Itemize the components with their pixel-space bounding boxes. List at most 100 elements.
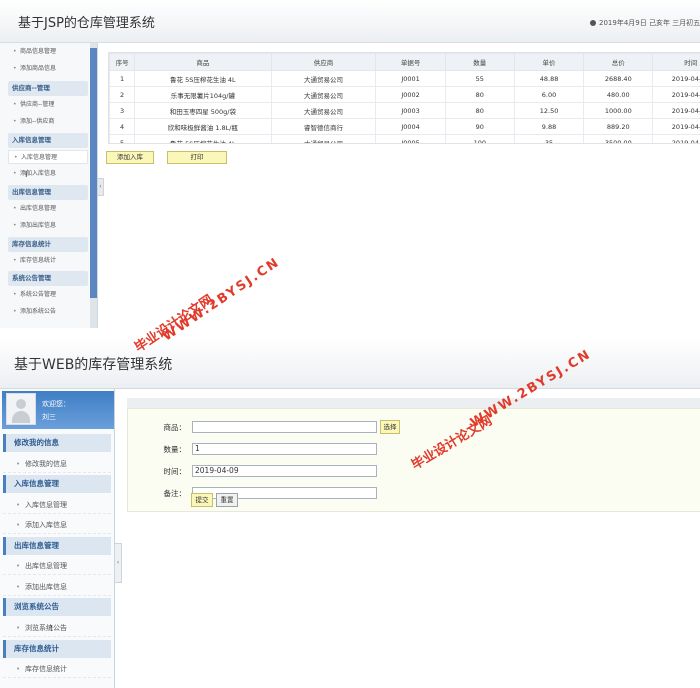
sidebar-item-stock-out-manage[interactable]: 出库信息管理 (3, 557, 111, 575)
sidebar-group-inventory[interactable]: 库存信息统计 (8, 237, 88, 252)
sidebar-group-stock-in[interactable]: 入库信息管理 (8, 133, 88, 148)
sidebar-item-supplier-manage[interactable]: 供应商--管理 (8, 98, 88, 112)
welcome-text: 欢迎您： (42, 400, 70, 408)
table-cell: 80 (444, 86, 515, 103)
column-header: 总价 (583, 53, 654, 71)
table-cell: 鲁花 5S压榨花生油 4L (134, 70, 272, 87)
table-cell: 55 (444, 70, 515, 87)
sidebar-group-stock-out[interactable]: 出库信息管理 (3, 537, 111, 555)
sidebar-item-add-stock-in[interactable]: 添加入库信息 (3, 516, 111, 534)
product-input[interactable] (192, 421, 377, 433)
table-cell: 鲁花 5S压榨花生油 4L (134, 134, 272, 143)
sidebar-group-supplier[interactable]: 供应商--管理 (8, 81, 88, 96)
sidebar-item-add-product[interactable]: 添加商品信息 (8, 62, 88, 76)
table-cell: 2019-04-06 (652, 118, 700, 135)
table-cell: 1 (109, 70, 136, 87)
choose-button[interactable]: 选择 (380, 420, 400, 434)
stock-in-table-container: 序号 商品 供应商 单据号 数量 单价 总价 时间 1 鲁花 5S压榨花生油 4… (108, 52, 700, 144)
username: 刘三 (42, 413, 56, 421)
table-cell: 2688.40 (583, 70, 654, 87)
column-header: 单据号 (375, 53, 446, 71)
table-cell: 48.88 (513, 70, 585, 87)
time-input[interactable]: 2019-04-09 (192, 465, 377, 477)
table-cell: 480.00 (583, 86, 654, 103)
table-cell: 2019-04-06 (652, 102, 700, 119)
table-cell: J0003 (375, 102, 446, 119)
clock-icon (590, 20, 596, 26)
column-header: 时间 (652, 53, 700, 71)
mouse-cursor-icon: I (50, 624, 53, 633)
table-cell: 2 (109, 86, 136, 103)
quantity-input[interactable]: 1 (192, 443, 377, 455)
table-row[interactable]: 5 鲁花 5S压榨花生油 4L 大通贸易公司 J0005 100 35 3500… (109, 134, 700, 143)
print-button[interactable]: 打印 (167, 151, 227, 164)
sidebar-group-notice[interactable]: 系统公告管理 (8, 271, 88, 286)
sidebar-item-add-stock-in[interactable]: 添加入库信息 (8, 167, 88, 181)
column-header: 序号 (109, 53, 136, 71)
table-cell: J0001 (375, 70, 446, 87)
sidebar-item-add-stock-out[interactable]: 添加出库信息 (3, 578, 111, 596)
sidebar-item-notice-manage[interactable]: 系统公告管理 (8, 288, 88, 302)
table-cell: 2019-04-06 (652, 70, 700, 87)
table-cell: J0004 (375, 118, 446, 135)
top-app-title: 基于JSP的仓库管理系统 (18, 16, 155, 31)
sidebar-item-inventory-stats[interactable]: 库存信息统计 (3, 660, 111, 678)
table-header-row: 序号 商品 供应商 单据号 数量 单价 总价 时间 (109, 53, 700, 71)
sidebar-item-add-supplier[interactable]: 添加--供应商 (8, 115, 88, 129)
sidebar-item-stock-in-manage[interactable]: 入库信息管理 (8, 150, 88, 165)
table-cell: 889.20 (583, 118, 654, 135)
table-cell: 睿智德信商行 (270, 118, 377, 135)
table-cell: 80 (444, 102, 515, 119)
sidebar-group-inventory[interactable]: 库存信息统计 (3, 640, 111, 658)
bottom-screenshot: 基于WEB的库存管理系统 欢迎您： 刘三 修改我的信息 修改我的信息 入库信息管… (0, 338, 700, 688)
form-title-bar (127, 398, 700, 408)
bottom-app-title: 基于WEB的库存管理系统 (14, 357, 173, 373)
table-cell: 4 (109, 118, 136, 135)
sidebar-item-add-stock-out[interactable]: 添加出库信息 (8, 219, 88, 233)
sidebar-item-edit-my-info[interactable]: 修改我的信息 (3, 455, 111, 473)
table-cell: J0005 (375, 134, 446, 143)
collapse-arrow-icon[interactable]: ‹ (114, 543, 122, 583)
sidebar-item-stock-in-manage[interactable]: 入库信息管理 (3, 496, 111, 514)
table-cell: 乐事无限薯片104g/罐 (134, 86, 272, 103)
column-header: 数量 (444, 53, 515, 71)
table-row[interactable]: 3 和田玉枣四星 500g/袋 大通贸易公司 J0003 80 12.50 10… (109, 102, 700, 119)
time-label: 时间： (163, 467, 187, 476)
table-row[interactable]: 2 乐事无限薯片104g/罐 大通贸易公司 J0002 80 6.00 480.… (109, 86, 700, 103)
sidebar-group-stock-in[interactable]: 入库信息管理 (3, 475, 111, 493)
table-cell: 90 (444, 118, 515, 135)
sidebar-item-stock-out-manage[interactable]: 出库信息管理 (8, 202, 88, 216)
table-cell: 大通贸易公司 (270, 86, 377, 103)
table-cell: 1000.00 (583, 102, 654, 119)
table-cell: 欣和味极鲜酱油 1.8L/瓶 (134, 118, 272, 135)
sidebar-group-notice[interactable]: 浏览系统公告 (3, 598, 111, 616)
remark-label: 备注： (163, 489, 187, 498)
table-cell: 大通贸易公司 (270, 134, 377, 143)
table-cell: 5 (109, 134, 136, 143)
submit-button[interactable]: 提交 (191, 493, 213, 507)
sidebar-scrollbar-thumb[interactable] (90, 48, 97, 298)
column-header: 商品 (134, 53, 272, 71)
add-stock-in-button[interactable]: 添加入库 (106, 151, 154, 164)
sidebar-item-product-manage[interactable]: 商品信息管理 (8, 45, 88, 59)
table-cell: 和田玉枣四星 500g/袋 (134, 102, 272, 119)
table-cell: 3500.00 (583, 134, 654, 143)
sidebar-group-my-info[interactable]: 修改我的信息 (3, 434, 111, 452)
table-cell: 35 (513, 134, 585, 143)
collapse-arrow-icon[interactable]: ‹ (97, 178, 104, 196)
table-cell: J0002 (375, 86, 446, 103)
reset-button[interactable]: 重置 (216, 493, 238, 507)
mouse-cursor-icon: I (25, 170, 28, 179)
table-row[interactable]: 4 欣和味极鲜酱油 1.8L/瓶 睿智德信商行 J0004 90 9.88 88… (109, 118, 700, 135)
sidebar-item-add-notice[interactable]: 添加系统公告 (8, 305, 88, 319)
table-row[interactable]: 1 鲁花 5S压榨花生油 4L 大通贸易公司 J0001 55 48.88 26… (109, 70, 700, 87)
avatar-head-icon (16, 399, 26, 409)
table-cell: 2019-04-06 (652, 86, 700, 103)
table-cell: 9.88 (513, 118, 585, 135)
screenshot-divider (0, 328, 700, 338)
table-cell: 大通贸易公司 (270, 102, 377, 119)
sidebar-item-inventory-stats[interactable]: 库存信息统计 (8, 254, 88, 268)
sidebar-group-stock-out[interactable]: 出库信息管理 (8, 185, 88, 200)
sidebar-item-browse-notice[interactable]: 浏览系统公告 (3, 619, 111, 637)
stock-in-table: 序号 商品 供应商 单据号 数量 单价 总价 时间 1 鲁花 5S压榨花生油 4… (109, 53, 700, 143)
